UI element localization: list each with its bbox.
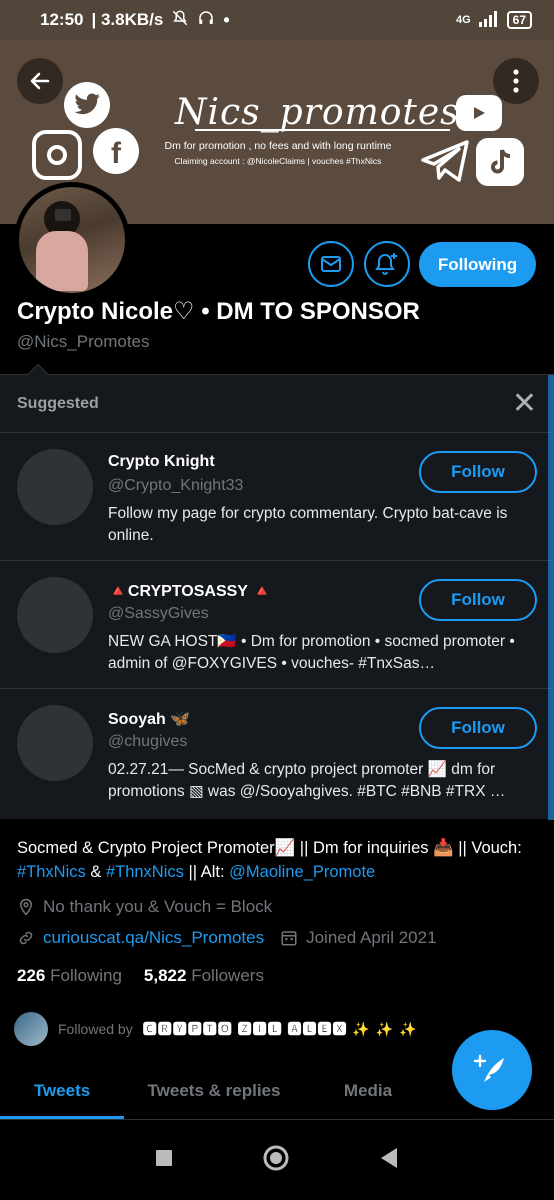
- suggested-user[interactable]: Sooyah 🦋 @chugives 02.27.21— SocMed & cr…: [0, 689, 554, 817]
- following-stat[interactable]: 226 Following: [17, 966, 122, 986]
- banner-line-1: Dm for promotion , no fees and with long…: [164, 140, 392, 152]
- calendar-icon: [281, 931, 297, 946]
- home-icon[interactable]: [262, 1144, 290, 1177]
- suggested-panel: Suggested ✕ Crypto Knight @Crypto_Knight…: [0, 363, 554, 820]
- notifications-button[interactable]: [364, 241, 410, 287]
- location-text: No thank you & Vouch = Block: [43, 897, 273, 916]
- suggested-user-bio: NEW GA HOST🇵🇭 • Dm for promotion • socme…: [108, 633, 515, 672]
- following-count: 226: [17, 966, 46, 985]
- status-bar: 12:50 | 3.8KB/s • 4G 67: [0, 0, 554, 40]
- suggested-user-handle: @Crypto_Knight33: [108, 477, 244, 494]
- hashtag-link[interactable]: #ThxNics: [17, 863, 86, 881]
- follow-stats: 226 Following 5,822 Followers: [17, 966, 264, 986]
- link-icon: [19, 931, 33, 945]
- telegram-logo-icon: [420, 138, 470, 184]
- suggested-label: Suggested: [17, 394, 99, 412]
- system-nav-bar: [0, 1120, 554, 1200]
- profile-location: No thank you & Vouch = Block: [17, 897, 272, 917]
- feather-plus-icon: [473, 1054, 504, 1082]
- back-button[interactable]: [17, 58, 63, 104]
- website-link[interactable]: curiouscat.qa/Nics_Promotes: [43, 928, 264, 948]
- suggested-user-name: Crypto Knight: [108, 453, 215, 470]
- bio-text: Socmed & Crypto Project Promoter📈 || Dm …: [17, 839, 522, 857]
- joined-date: Joined April 2021: [306, 928, 437, 947]
- follow-button[interactable]: Follow: [419, 451, 537, 493]
- suggested-user-bio: 02.27.21— SocMed & crypto project promot…: [108, 761, 506, 800]
- avatar-image: [19, 187, 125, 293]
- suggested-user-avatar[interactable]: [17, 449, 93, 525]
- more-vertical-icon: [513, 69, 519, 93]
- arrow-left-icon: [30, 72, 50, 90]
- suggested-user[interactable]: 🔺CRYPTOSASSY 🔺 @SassyGives NEW GA HOST🇵🇭…: [0, 561, 554, 689]
- suggested-user-bio: Follow my page for crypto commentary. Cr…: [108, 505, 508, 544]
- tiktok-logo-icon: [476, 138, 524, 186]
- follow-button[interactable]: Follow: [419, 707, 537, 749]
- profile-handle: @Nics_Promotes: [17, 332, 150, 351]
- dot-icon: •: [223, 9, 230, 30]
- profile-meta-row: curiouscat.qa/Nics_Promotes Joined April…: [17, 928, 437, 948]
- youtube-logo-icon: [456, 95, 502, 131]
- headset-icon: [197, 9, 215, 32]
- follower-avatar: [14, 1012, 48, 1046]
- follower-name: 🅲🆁🆈🅿🆃🅾 🆉🅸🅻 🅰🅻🅴🆇 ✨ ✨ ✨: [142, 1021, 418, 1037]
- suggested-user-handle: @SassyGives: [108, 605, 209, 622]
- suggested-user[interactable]: Crypto Knight @Crypto_Knight33 Follow my…: [0, 433, 554, 561]
- profile-name: Crypto Nicole♡ • DM TO SPONSOR: [17, 298, 420, 325]
- close-icon[interactable]: ✕: [512, 388, 537, 419]
- clock: 12:50: [40, 10, 84, 29]
- panel-scrollbar[interactable]: [548, 375, 554, 820]
- facebook-logo-icon: f: [93, 128, 139, 174]
- suggested-user-avatar[interactable]: [17, 705, 93, 781]
- network-type: 4G: [455, 14, 471, 26]
- mute-icon: [171, 9, 189, 32]
- tab-media[interactable]: Media: [304, 1062, 432, 1119]
- bio-text: || Alt:: [183, 863, 230, 881]
- location-pin-icon: [19, 898, 33, 916]
- bell-plus-icon: [375, 253, 397, 275]
- banner-line-2: Claiming account : @NicoleClaims | vouch…: [174, 156, 382, 166]
- following-label: Following: [50, 966, 122, 985]
- message-button[interactable]: [308, 241, 354, 287]
- back-nav-icon[interactable]: [379, 1147, 399, 1174]
- more-options-button[interactable]: [493, 58, 539, 104]
- followers-count: 5,822: [143, 966, 187, 985]
- suggested-user-handle: @chugives: [108, 733, 188, 750]
- followed-by-label: Followed by: [58, 1021, 133, 1037]
- recent-apps-icon[interactable]: [155, 1149, 173, 1172]
- signal-icon: [478, 10, 499, 30]
- followers-label: Followers: [191, 966, 264, 985]
- tab-tweets[interactable]: Tweets: [0, 1062, 124, 1119]
- suggested-header: Suggested ✕: [0, 375, 554, 433]
- mention-link[interactable]: @Maoline_Promote: [229, 863, 375, 881]
- suggested-user-name: Sooyah 🦋: [108, 711, 191, 728]
- followers-stat[interactable]: 5,822 Followers: [144, 966, 264, 986]
- battery-icon: 67: [506, 11, 532, 29]
- followed-by[interactable]: Followed by 🅲🆁🆈🅿🆃🅾 🆉🅸🅻 🅰🅻🅴🆇 ✨ ✨ ✨: [14, 1012, 417, 1046]
- following-button[interactable]: Following: [419, 242, 536, 287]
- network-speed: | 3.8KB/s: [91, 10, 164, 29]
- profile-bio: Socmed & Crypto Project Promoter📈 || Dm …: [17, 836, 542, 884]
- battery-level: 67: [512, 13, 526, 27]
- envelope-icon: [321, 256, 341, 272]
- twitter-logo-icon: [64, 82, 110, 128]
- instagram-logo-icon: [32, 130, 82, 180]
- profile-avatar[interactable]: [14, 182, 130, 298]
- bio-text: &: [85, 863, 106, 881]
- compose-tweet-button[interactable]: [452, 1030, 532, 1110]
- suggested-user-avatar[interactable]: [17, 577, 93, 653]
- hashtag-link[interactable]: #ThnxNics: [106, 863, 184, 881]
- suggested-user-name: 🔺CRYPTOSASSY 🔺: [108, 583, 273, 600]
- banner-title: Nics_promotes: [175, 92, 460, 133]
- follow-button[interactable]: Follow: [419, 579, 537, 621]
- tab-tweets-replies[interactable]: Tweets & replies: [124, 1062, 304, 1119]
